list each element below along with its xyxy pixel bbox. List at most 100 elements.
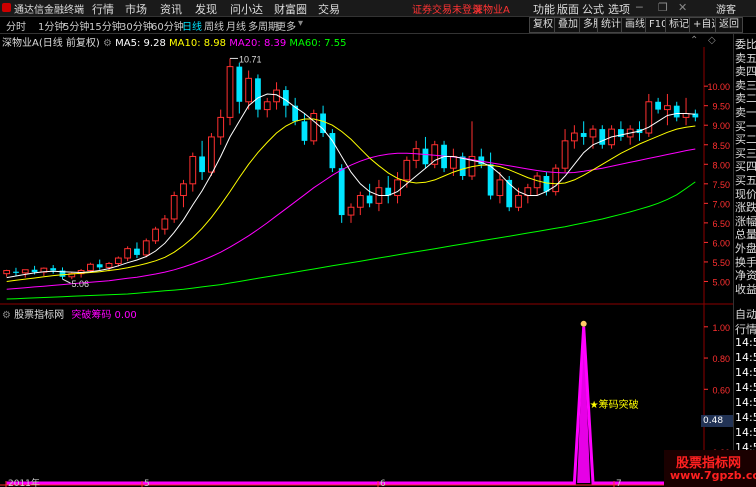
tick-time: 14:56 bbox=[735, 336, 756, 349]
ma60-line bbox=[6, 181, 696, 300]
ma10-line bbox=[6, 118, 696, 282]
restore-icon[interactable]: ❐ bbox=[658, 1, 668, 14]
candle-body-up bbox=[263, 101, 271, 111]
menu-faxian[interactable]: 发现 bbox=[195, 1, 217, 17]
candle-body-down bbox=[673, 105, 680, 118]
ma-legend: 深物业A(日线 前复权) ⚙ MA5: 9.28 MA10: 8.98 MA20… bbox=[0, 34, 346, 49]
toolbar-fuquan[interactable]: 复权 bbox=[529, 17, 557, 33]
period-weekly[interactable]: 周线 bbox=[204, 18, 224, 33]
tick-time: 14:56 bbox=[735, 411, 756, 424]
candle-body-down bbox=[580, 133, 587, 137]
current-stock: 深物业A bbox=[473, 5, 510, 16]
period-1min[interactable]: 1分钟 bbox=[38, 18, 64, 33]
tick-time: 14:56 bbox=[735, 351, 756, 364]
period-fenshi[interactable]: 分时 bbox=[6, 18, 26, 33]
indicator-tick-label: 0.60 bbox=[712, 385, 730, 395]
candle-body-down bbox=[301, 121, 308, 141]
auto-quote-label: 自动 bbox=[735, 308, 756, 321]
price-tick-label: 9.00 bbox=[712, 121, 730, 131]
signal-label: ★筹码突破 bbox=[590, 398, 639, 411]
high-price-label: 10.71 bbox=[239, 54, 262, 64]
quote-label: 收益 bbox=[735, 282, 756, 296]
period-monthly[interactable]: 月线 bbox=[226, 18, 246, 33]
login-notice[interactable]: 证券交易未登录 bbox=[412, 1, 482, 16]
candle-body-down bbox=[366, 195, 373, 204]
x-tick-label: 5 bbox=[144, 479, 150, 487]
candle-body-up bbox=[515, 195, 522, 208]
candle-body-up bbox=[3, 270, 11, 275]
candle-body-up bbox=[347, 206, 355, 216]
candle-body-up bbox=[114, 257, 122, 264]
menu-gongshi[interactable]: 公式 bbox=[582, 1, 604, 17]
menu-gongneng[interactable]: 功能 bbox=[533, 1, 555, 17]
menu-jiaoyi[interactable]: 交易 bbox=[318, 1, 340, 17]
indicator-name: 股票指标网 bbox=[14, 310, 65, 321]
menu-shichang[interactable]: 市场 bbox=[125, 1, 147, 17]
candle-body-down bbox=[13, 271, 19, 273]
period-multi[interactable]: 多周期 bbox=[248, 18, 278, 33]
top-menu-bar: 通达信金融终端 行情 市场 资讯 发现 问小达 财富圈 交易 证券交易未登录 深… bbox=[0, 0, 756, 17]
toolbar-diejia[interactable]: 叠加 bbox=[554, 17, 582, 33]
tick-time: 14:56 bbox=[735, 396, 756, 409]
candle-body-down bbox=[543, 176, 550, 192]
candle-body-down bbox=[487, 164, 494, 196]
indicator-label: 突破筹码 bbox=[71, 310, 112, 321]
candle-body-up bbox=[87, 263, 94, 272]
price-tick-label: 5.00 bbox=[712, 277, 730, 287]
candle-body-up bbox=[403, 159, 411, 181]
x-tick-label: 2011年 bbox=[8, 477, 40, 487]
candle-body-up bbox=[226, 66, 234, 118]
ma5-line bbox=[6, 93, 696, 279]
candle-body-up bbox=[589, 128, 597, 138]
period-more[interactable]: 更多 bbox=[276, 18, 296, 33]
candle-body-down bbox=[338, 168, 345, 216]
candle-body-down bbox=[282, 90, 289, 106]
period-daily[interactable]: 日线 bbox=[182, 18, 202, 33]
candle-body-up bbox=[310, 113, 318, 142]
x-tick-label: 6 bbox=[380, 479, 386, 487]
candle-body-up bbox=[189, 155, 197, 185]
collapse-icon[interactable]: ⌃ bbox=[690, 35, 698, 46]
candle-body-down bbox=[459, 156, 466, 176]
period-5min[interactable]: 5分钟 bbox=[63, 18, 89, 33]
price-tick-label: 8.00 bbox=[712, 160, 730, 170]
zoom-icon[interactable]: ◇ bbox=[708, 35, 716, 46]
menu-wenxiaoda[interactable]: 问小达 bbox=[230, 1, 263, 17]
period-60min[interactable]: 60分钟 bbox=[151, 18, 184, 33]
right-quote-panel: 委比 卖五 卖四 卖三 卖二 卖一 买一 买二 买三 买四 买五 现价 涨跌 涨幅 总量 外盘 换手 净资 收益 自动… bbox=[733, 34, 756, 487]
candle-body-down bbox=[31, 269, 38, 273]
close-icon[interactable]: ✕ bbox=[678, 1, 687, 14]
price-tick-label: 9.50 bbox=[712, 102, 730, 112]
app-logo-icon bbox=[2, 3, 11, 12]
candle-body-up bbox=[217, 116, 225, 138]
candle-body-up bbox=[161, 218, 169, 230]
candle-body-up bbox=[142, 240, 150, 256]
period-15min[interactable]: 15分钟 bbox=[89, 18, 122, 33]
low-price-label: 5.06 bbox=[71, 279, 89, 289]
candle-body-up bbox=[664, 105, 671, 111]
current-value-box: 0.48 bbox=[701, 415, 733, 427]
candle-body-up bbox=[105, 263, 113, 268]
kline-chart[interactable]: 5.00 5.50 6.00 6.50 7.00 7.50 8.00 8.50 9.00 9.50… bbox=[0, 47, 733, 487]
menu-zixun[interactable]: 资讯 bbox=[160, 1, 182, 17]
period-30min[interactable]: 30分钟 bbox=[120, 18, 153, 33]
period-toolbar: 分时 1分钟 5分钟 15分钟 30分钟 60分钟 日线 周线 月线 多周期 更… bbox=[0, 17, 756, 34]
low-marker-line bbox=[62, 278, 71, 284]
indicator-settings-icon[interactable]: ⚙ bbox=[2, 310, 11, 321]
guest-label[interactable]: 游客 bbox=[716, 1, 736, 16]
candle-body-up bbox=[552, 167, 560, 193]
candle-body-down bbox=[96, 264, 103, 268]
minimize-icon[interactable]: ─ bbox=[636, 1, 643, 14]
candle-body-down bbox=[655, 101, 662, 110]
price-tick-label: 7.00 bbox=[712, 199, 730, 209]
menu-caifuquan[interactable]: 财富圈 bbox=[274, 1, 307, 17]
x-tick-label: 7 bbox=[616, 479, 622, 487]
more-chevron-icon[interactable]: ▾ bbox=[298, 18, 303, 29]
candle-body-up bbox=[356, 195, 364, 208]
menu-hangqing[interactable]: 行情 bbox=[92, 1, 114, 17]
tick-time: 14:56 bbox=[735, 381, 756, 394]
menu-banmian[interactable]: 版面 bbox=[557, 1, 579, 17]
tick-time: 14:56 bbox=[735, 426, 756, 439]
toolbar-fanhui[interactable]: 返回 bbox=[715, 17, 743, 33]
menu-xuanxiang[interactable]: 选项 bbox=[608, 1, 630, 17]
